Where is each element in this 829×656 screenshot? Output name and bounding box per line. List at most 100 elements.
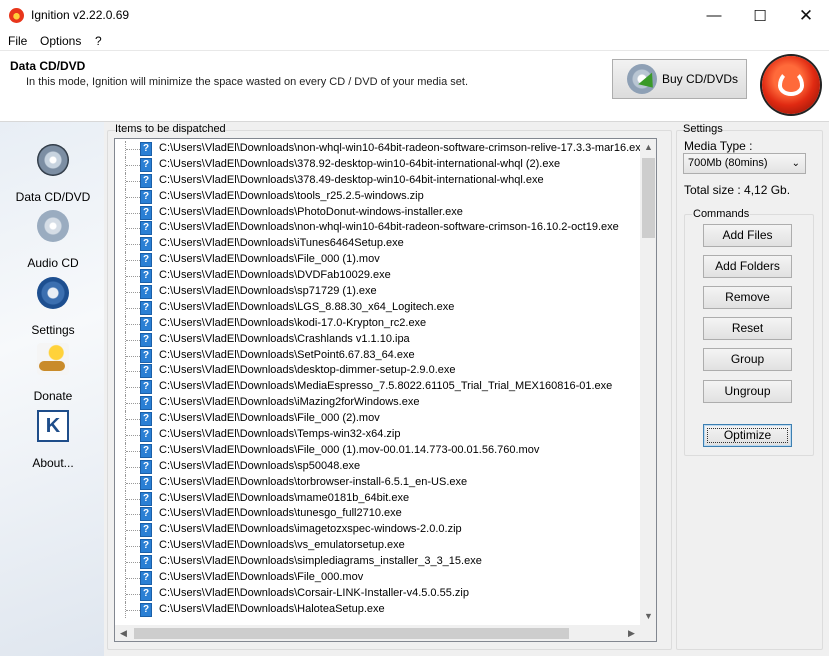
list-item[interactable]: ? C:\Users\VladEl\Downloads\mame0181b_64b… — [115, 490, 639, 507]
file-path: C:\Users\VladEl\Downloads\tools_r25.2.5-… — [159, 189, 424, 202]
tree-connector — [126, 339, 140, 341]
file-path: C:\Users\VladEl\Downloads\File_000.mov — [159, 571, 364, 584]
sidebar-item-label: Settings — [31, 323, 75, 337]
list-item[interactable]: ? C:\Users\VladEl\Downloads\File_000 (1).… — [115, 252, 639, 269]
sidebar-item-settings[interactable]: Settings — [14, 277, 92, 337]
sidebar-item-data-cd-dvd[interactable]: Data CD/DVD — [14, 144, 92, 204]
horizontal-scroll-thumb[interactable] — [134, 628, 569, 639]
tree-connector — [126, 514, 140, 516]
sidebar-item-label: Audio CD — [27, 256, 79, 270]
unknown-file-icon: ? — [140, 364, 152, 379]
list-item[interactable]: ? C:\Users\VladEl\Downloads\sp71729 (1).e… — [115, 284, 639, 300]
list-item[interactable]: ? C:\Users\VladEl\Downloads\tunesgo_full2… — [115, 506, 639, 523]
tree-connector — [126, 355, 140, 357]
list-item[interactable]: ? C:\Users\VladEl\Downloads\File_000 (1).… — [115, 442, 639, 459]
scroll-left-arrow[interactable]: ◀ — [115, 625, 132, 641]
buy-button-label: Buy CD/DVDs — [662, 72, 739, 86]
sidebar-item-donate[interactable]: Donate — [14, 343, 92, 403]
sidebar-item-about[interactable]: K About... — [14, 410, 92, 470]
group-button[interactable]: Group — [703, 348, 792, 371]
add-files-button[interactable]: Add Files — [703, 224, 792, 247]
unknown-file-icon: ? — [140, 443, 152, 458]
list-item[interactable]: ? C:\Users\VladEl\Downloads\imagetozxspec… — [115, 522, 639, 539]
list-item[interactable]: ? C:\Users\VladEl\Downloads\SetPoint6.67.… — [115, 347, 639, 364]
list-item[interactable]: ? C:\Users\VladEl\Downloads\HaloteaSetup.… — [115, 601, 639, 618]
list-item[interactable]: ? C:\Users\VladEl\Downloads\DVDFab10029.e… — [115, 268, 639, 285]
file-path: C:\Users\VladEl\Downloads\sp71729 (1).ex… — [159, 285, 377, 298]
list-item[interactable]: ? C:\Users\VladEl\Downloads\Crashlands v1… — [115, 331, 639, 348]
list-item[interactable]: ? C:\Users\VladEl\Downloads\378.49-deskto… — [115, 172, 639, 189]
list-item[interactable]: ? C:\Users\VladEl\Downloads\simplediagram… — [115, 554, 639, 571]
unknown-file-icon: ? — [140, 173, 152, 188]
file-path: C:\Users\VladEl\Downloads\non-whql-win10… — [159, 221, 619, 234]
file-path: C:\Users\VladEl\Downloads\kodi-17.0-Kryp… — [159, 316, 427, 329]
ungroup-button[interactable]: Ungroup — [703, 380, 792, 403]
list-item[interactable]: ? C:\Users\VladEl\Downloads\desktop-dimme… — [115, 363, 639, 380]
list-item[interactable]: ? C:\Users\VladEl\Downloads\tools_r25.2.5… — [115, 188, 639, 205]
list-item[interactable]: ? C:\Users\VladEl\Downloads\sp50048.exe — [115, 458, 639, 475]
minimize-button[interactable]: — — [691, 0, 737, 31]
tree-connector — [126, 260, 140, 262]
buy-cd-dvds-button[interactable]: Buy CD/DVDs — [612, 59, 747, 99]
tree-connector — [126, 196, 140, 198]
scroll-down-arrow[interactable]: ▼ — [640, 608, 656, 625]
file-path: C:\Users\VladEl\Downloads\mame0181b_64bi… — [159, 491, 410, 504]
scroll-up-arrow[interactable]: ▲ — [640, 139, 656, 156]
app-flame-icon — [9, 8, 24, 23]
scroll-right-arrow[interactable]: ▶ — [623, 625, 640, 641]
list-item[interactable]: ? C:\Users\VladEl\Downloads\iTunes6464Set… — [115, 236, 639, 253]
menu-help[interactable]: ? — [95, 34, 102, 48]
unknown-file-icon: ? — [140, 602, 152, 617]
list-item[interactable]: ? C:\Users\VladEl\Downloads\torbrowser-in… — [115, 474, 639, 491]
unknown-file-icon: ? — [140, 475, 152, 490]
sidebar-item-label: Data CD/DVD — [15, 190, 91, 204]
file-path: C:\Users\VladEl\Downloads\non-whql-win10… — [159, 142, 647, 154]
list-item[interactable]: ? C:\Users\VladEl\Downloads\File_000 (2).… — [115, 411, 639, 428]
list-item[interactable]: ? C:\Users\VladEl\Downloads\LGS_8.88.30_x… — [115, 299, 639, 316]
list-item[interactable]: ? C:\Users\VladEl\Downloads\PhotoDonut-wi… — [115, 204, 639, 221]
file-path: C:\Users\VladEl\Downloads\tunesgo_full27… — [159, 507, 402, 520]
tree-connector — [126, 562, 140, 564]
menu-options[interactable]: Options — [40, 34, 81, 48]
unknown-file-icon: ? — [140, 189, 152, 204]
list-item[interactable]: ? C:\Users\VladEl\Downloads\kodi-17.0-Kry… — [115, 315, 639, 332]
vertical-scroll-thumb[interactable] — [642, 158, 655, 238]
unknown-file-icon: ? — [140, 221, 152, 236]
list-item[interactable]: ? C:\Users\VladEl\Downloads\Temps-win32-x… — [115, 427, 639, 443]
flame-icon — [778, 70, 804, 96]
list-item[interactable]: ? C:\Users\VladEl\Downloads\Corsair-LINK-… — [115, 585, 639, 602]
remove-button[interactable]: Remove — [703, 286, 792, 309]
donate-icon — [37, 343, 69, 375]
horizontal-scrollbar[interactable]: ◀ ▶ — [115, 625, 640, 641]
tree-connector — [126, 180, 140, 182]
tree-connector — [126, 466, 140, 468]
maximize-button[interactable]: ☐ — [737, 0, 783, 31]
list-item[interactable]: ? C:\Users\VladEl\Downloads\iMazing2forWi… — [115, 395, 639, 412]
list-item[interactable]: ? C:\Users\VladEl\Downloads\vs_emulatorse… — [115, 538, 639, 555]
items-tree-list[interactable]: ? C:\Users\VladEl\Downloads\non-whql-win1… — [114, 138, 657, 642]
unknown-file-icon: ? — [140, 300, 152, 315]
file-path: C:\Users\VladEl\Downloads\Corsair-LINK-I… — [159, 586, 469, 599]
tree-connector — [126, 498, 140, 500]
unknown-file-icon: ? — [140, 332, 152, 347]
tree-connector — [126, 292, 140, 294]
media-type-select[interactable]: 700Mb (80mins) ⌄ — [683, 153, 806, 174]
file-path: C:\Users\VladEl\Downloads\File_000 (1).m… — [159, 253, 380, 266]
list-item[interactable]: ? C:\Users\VladEl\Downloads\File_000.mov — [115, 570, 639, 586]
list-item[interactable]: ? C:\Users\VladEl\Downloads\378.92-deskto… — [115, 156, 639, 173]
optimize-button[interactable]: Optimize — [703, 424, 792, 447]
sidebar-item-audio-cd[interactable]: Audio CD — [14, 210, 92, 270]
vertical-scrollbar[interactable]: ▲ ▼ — [640, 139, 656, 625]
list-item[interactable]: ? C:\Users\VladEl\Downloads\MediaEspresso… — [115, 379, 639, 396]
reset-button[interactable]: Reset — [703, 317, 792, 340]
file-path: C:\Users\VladEl\Downloads\HaloteaSetup.e… — [159, 602, 385, 615]
chevron-down-icon: ⌄ — [791, 158, 800, 169]
window-title: Ignition v2.22.0.69 — [31, 8, 130, 22]
file-path: C:\Users\VladEl\Downloads\DVDFab10029.ex… — [159, 269, 391, 282]
unknown-file-icon: ? — [140, 142, 152, 156]
close-button[interactable]: ✕ — [783, 0, 829, 31]
list-item[interactable]: ? C:\Users\VladEl\Downloads\non-whql-win1… — [115, 141, 647, 157]
add-folders-button[interactable]: Add Folders — [703, 255, 792, 278]
menu-file[interactable]: File — [8, 34, 27, 48]
list-item[interactable]: ? C:\Users\VladEl\Downloads\non-whql-win1… — [115, 220, 639, 237]
